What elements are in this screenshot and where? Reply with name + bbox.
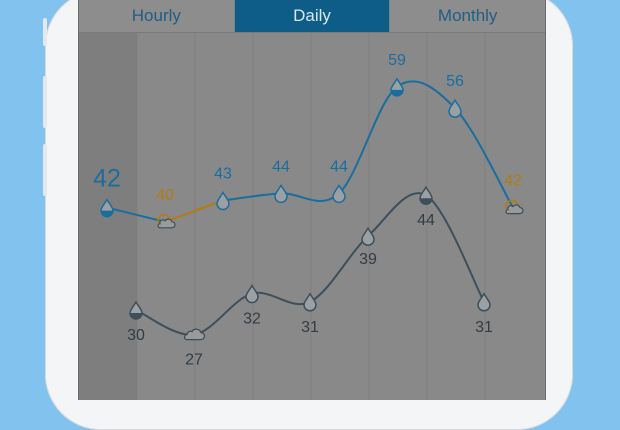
low-temp-label: 31: [301, 319, 319, 336]
phone-side-button: [43, 144, 47, 196]
high-temp-label: 40: [156, 187, 174, 204]
tab-hourly[interactable]: Hourly: [79, 0, 234, 32]
app-screen: Hourly Daily Monthly 42 40 43 44 44 59 56 42 30 2…: [78, 0, 546, 400]
high-temp-label: 42: [504, 173, 522, 190]
cloudy-icon: [183, 328, 206, 341]
high-temp-label: 44: [330, 158, 348, 175]
rain-drop-icon: [245, 284, 259, 304]
high-temp-label: 42: [93, 165, 121, 193]
rain-drop-half-icon: [390, 77, 404, 97]
rain-drop-half-icon: [419, 185, 433, 205]
low-temp-label: 44: [417, 212, 435, 229]
high-temp-label: 59: [388, 52, 406, 69]
high-temp-label: 43: [214, 166, 232, 183]
low-temp-label: 32: [243, 311, 261, 328]
low-temp-label: 30: [127, 327, 145, 344]
tab-monthly[interactable]: Monthly: [389, 0, 545, 32]
period-segmented-control: Hourly Daily Monthly: [79, 0, 545, 33]
low-temp-label: 39: [359, 251, 377, 268]
phone-side-button: [43, 18, 47, 46]
temperature-chart: 42 40 43 44 44 59 56 42 30 27 32 31 39 44 31: [79, 33, 524, 400]
rain-drop-icon: [216, 191, 230, 211]
low-temp-label: 27: [185, 352, 203, 369]
high-temp-label: 44: [272, 158, 290, 175]
high-temp-label: 56: [446, 73, 464, 90]
rain-drop-icon: [274, 183, 288, 204]
rain-drop-icon: [477, 292, 491, 312]
partly-sunny-icon: [157, 214, 176, 229]
series-high-line: [222, 80, 514, 209]
low-temp-label: 31: [475, 319, 493, 336]
phone-side-button: [43, 76, 47, 128]
tab-daily[interactable]: Daily: [233, 0, 390, 32]
partly-sunny-icon: [505, 199, 524, 215]
rain-drop-icon: [303, 292, 317, 312]
